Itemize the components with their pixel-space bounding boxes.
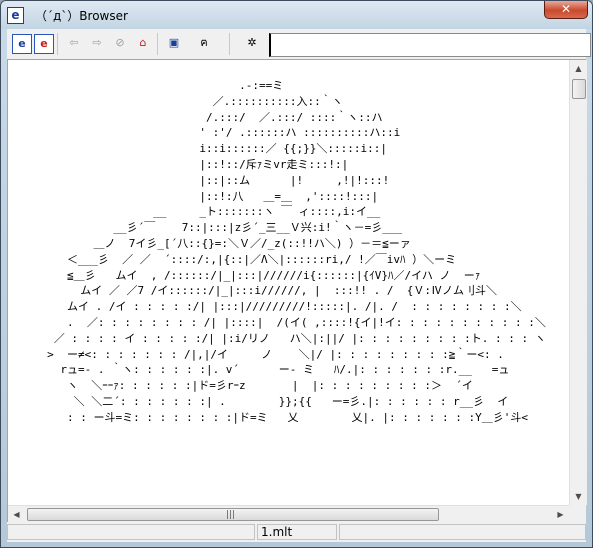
home-icon[interactable]: ⌂ — [134, 34, 152, 52]
status-file-name: 1.mlt — [261, 525, 293, 539]
settings-icon[interactable]: ✲ — [243, 34, 261, 52]
vertical-scrollbar[interactable]: ▲ ▼ — [569, 60, 587, 505]
status-bar: 1.mlt — [7, 522, 586, 542]
e-red-icon[interactable]: e — [34, 34, 54, 54]
stop-icon[interactable]: ⊘ — [111, 34, 129, 52]
ascii-art: .-:==ミ ／.::::::::::入::｀ヽ /.:::/ ／.:::/ :… — [47, 79, 546, 424]
windows-icon[interactable]: ▣ — [165, 34, 183, 52]
status-cell-right — [339, 524, 586, 540]
forward-icon[interactable]: ⇨ — [88, 34, 106, 52]
toolbar-separator — [57, 33, 58, 55]
scroll-down-icon[interactable]: ▼ — [570, 488, 587, 505]
toolbar-separator — [157, 33, 158, 55]
browser-window: e （´д`）Browser ✕ e e ⇦ ⇨ ⊘ ⌂ ▣ ฅ ✲ .-:==… — [0, 0, 593, 548]
toolbar: e e ⇦ ⇨ ⊘ ⌂ ▣ ฅ ✲ — [7, 29, 591, 60]
grip-icon: ||| — [226, 510, 236, 520]
app-icon: e — [7, 7, 24, 24]
horizontal-scroll-thumb[interactable]: ||| — [27, 508, 439, 521]
close-button[interactable]: ✕ — [544, 1, 588, 19]
cat-icon[interactable]: ฅ — [195, 34, 213, 52]
page-content: .-:==ミ ／.::::::::::入::｀ヽ /.:::/ ／.:::/ :… — [7, 59, 587, 523]
scroll-right-icon[interactable]: ▶ — [552, 506, 569, 523]
scrollbar-corner — [569, 505, 586, 522]
scroll-up-icon[interactable]: ▲ — [570, 60, 587, 77]
e-icon[interactable]: e — [12, 34, 32, 54]
status-cell-left — [7, 524, 255, 540]
horizontal-scrollbar[interactable]: ◀ ||| ▶ — [8, 505, 569, 523]
title-bar[interactable]: e （´д`）Browser ✕ — [1, 1, 592, 29]
window-title: （´д`）Browser — [35, 9, 128, 23]
toolbar-separator — [229, 33, 230, 55]
vertical-scroll-thumb[interactable] — [572, 79, 586, 99]
address-field[interactable] — [269, 33, 591, 57]
back-icon[interactable]: ⇦ — [65, 34, 83, 52]
scroll-left-icon[interactable]: ◀ — [8, 506, 25, 523]
